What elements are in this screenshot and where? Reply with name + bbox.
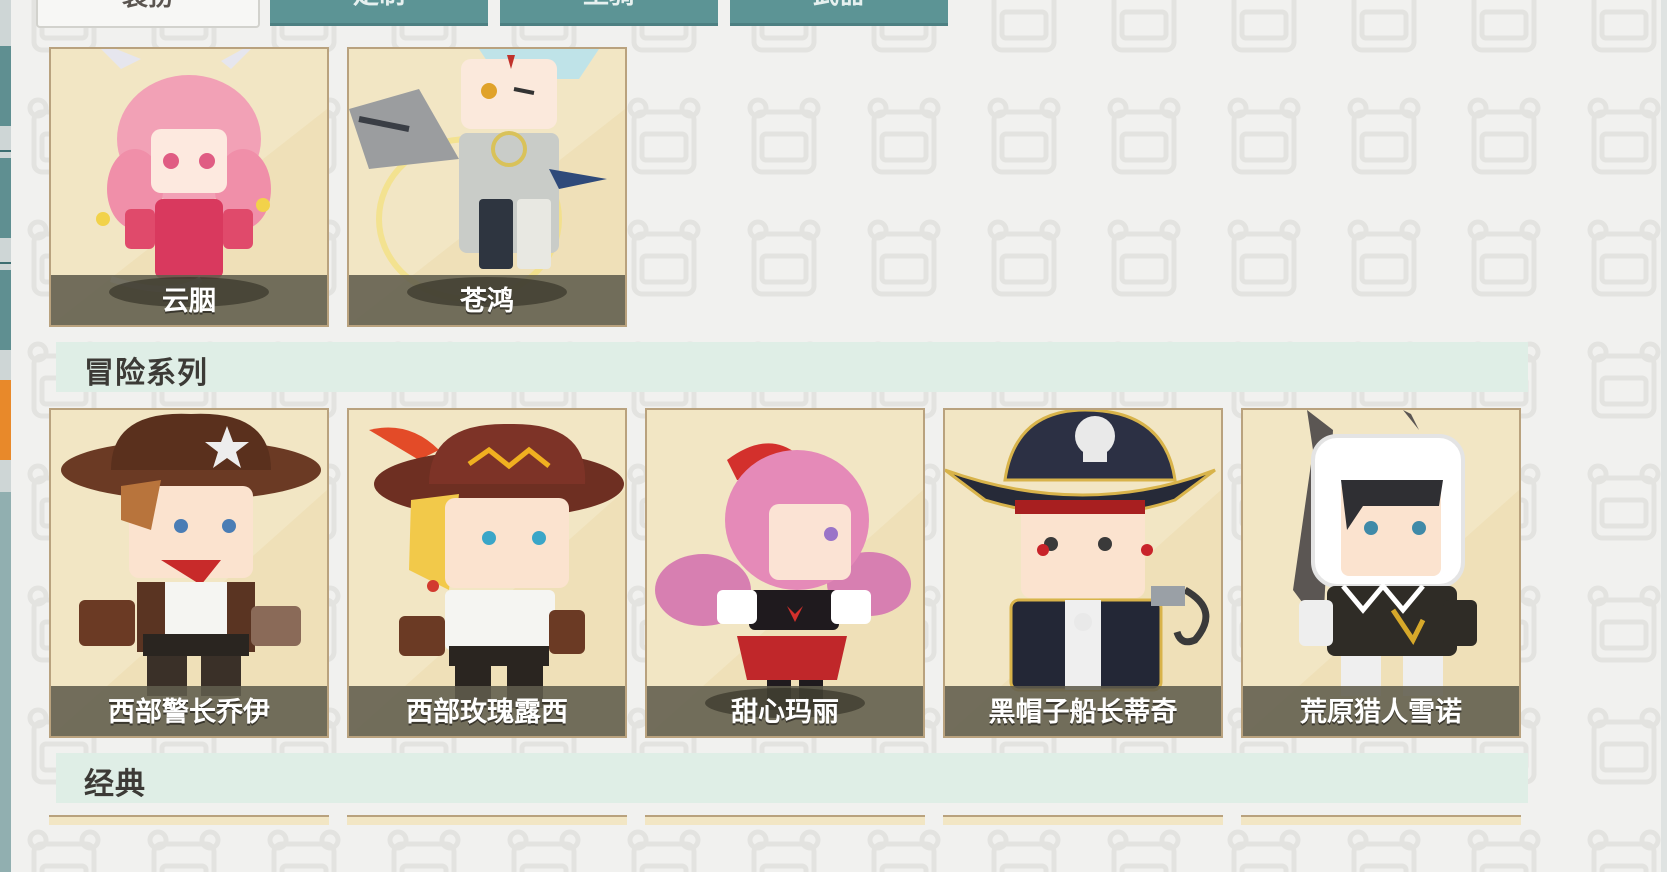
skin-card[interactable] <box>49 815 329 825</box>
skin-card[interactable]: 西部玫瑰露西 <box>347 408 627 738</box>
skin-name: 西部玫瑰露西 <box>406 697 568 728</box>
section-header-classic: 经典 <box>56 753 1528 803</box>
skin-card[interactable]: 云胭 <box>49 47 329 327</box>
skin-name: 甜心玛丽 <box>731 697 839 728</box>
skin-card[interactable] <box>645 815 925 825</box>
skin-name: 云胭 <box>162 286 216 317</box>
skin-card[interactable]: 苍鸿 <box>347 47 627 327</box>
tab-mount[interactable]: 坐骑 <box>500 0 718 26</box>
tab-weapon[interactable]: 武器 <box>730 0 948 26</box>
skin-name: 荒原猎人雪诺 <box>1300 697 1462 728</box>
section-title: 经典 <box>84 767 146 802</box>
scrollbar-track[interactable] <box>1661 0 1667 872</box>
skin-card[interactable] <box>1241 815 1521 825</box>
skin-card[interactable]: 黑帽子船长蒂奇 <box>943 408 1223 738</box>
skin-name: 黑帽子船长蒂奇 <box>988 697 1178 728</box>
skin-card[interactable] <box>943 815 1223 825</box>
skin-card[interactable]: 甜心玛丽 <box>645 408 925 738</box>
tab-outfit[interactable]: 装扮 <box>36 0 260 28</box>
skin-card[interactable] <box>347 815 627 825</box>
skin-name: 苍鸿 <box>460 286 514 317</box>
section-title: 冒险系列 <box>84 356 208 391</box>
skin-card[interactable]: 西部警长乔伊 <box>49 408 329 738</box>
left-sidebar-edge <box>0 0 11 872</box>
skin-card[interactable]: 荒原猎人雪诺 <box>1241 408 1521 738</box>
section-header-adventure: 冒险系列 <box>56 342 1528 392</box>
tab-custom[interactable]: 定制 <box>270 0 488 26</box>
skin-name: 西部警长乔伊 <box>108 697 270 728</box>
